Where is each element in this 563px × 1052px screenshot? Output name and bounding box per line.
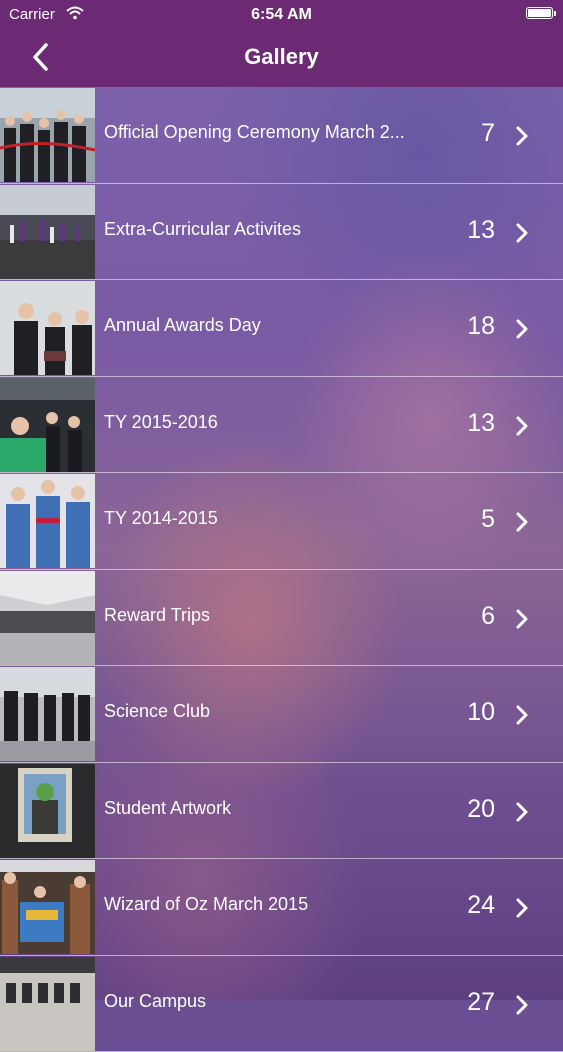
chevron-right-icon [515,801,529,823]
chevron-right-icon [515,511,529,533]
chevron-right-icon [515,415,529,437]
chevron-right-icon [515,125,529,147]
album-row[interactable]: Wizard of Oz March 2015 24 [0,859,563,956]
chevron-right-icon [515,704,529,726]
album-thumbnail [0,957,95,1051]
clock: 6:54 AM [0,6,563,24]
album-title: Our Campus [104,991,424,1012]
album-row[interactable]: Extra-Curricular Activites 13 [0,184,563,281]
album-title: Student Artwork [104,798,424,819]
album-count: 7 [481,119,495,148]
album-thumbnail [0,378,95,472]
chevron-right-icon [515,897,529,919]
album-count: 18 [467,312,495,341]
album-thumbnail [0,860,95,954]
album-title: Science Club [104,701,424,722]
album-title: TY 2015-2016 [104,412,424,433]
album-thumbnail [0,88,95,182]
album-count: 27 [467,988,495,1017]
album-row[interactable]: TY 2014-2015 5 [0,473,563,570]
album-row[interactable]: Annual Awards Day 18 [0,280,563,377]
chevron-right-icon [515,222,529,244]
album-thumbnail [0,474,95,568]
album-count: 13 [467,409,495,438]
album-thumbnail [0,667,95,761]
page-title: Gallery [0,44,563,70]
album-title: Wizard of Oz March 2015 [104,894,424,915]
album-list: Official Opening Ceremony March 2... 7 E… [0,87,563,1052]
chevron-right-icon [515,994,529,1016]
battery-icon [526,7,553,19]
album-thumbnail [0,281,95,375]
album-title: Reward Trips [104,605,424,626]
album-count: 20 [467,795,495,824]
album-thumbnail [0,185,95,279]
album-row[interactable]: Official Opening Ceremony March 2... 7 [0,87,563,184]
album-row[interactable]: Our Campus 27 [0,956,563,1052]
album-count: 24 [467,891,495,920]
album-title: Extra-Curricular Activites [104,219,424,240]
album-title: Official Opening Ceremony March 2... [104,122,424,143]
album-count: 5 [481,505,495,534]
album-title: Annual Awards Day [104,315,424,336]
album-count: 6 [481,602,495,631]
album-count: 13 [467,216,495,245]
album-row[interactable]: Science Club 10 [0,666,563,763]
album-thumbnail [0,571,95,665]
album-thumbnail [0,764,95,858]
chevron-right-icon [515,608,529,630]
album-row[interactable]: Student Artwork 20 [0,763,563,860]
status-bar: Carrier 6:54 AM [0,0,563,30]
nav-header: Carrier 6:54 AM Gallery [0,0,563,87]
chevron-right-icon [515,318,529,340]
album-count: 10 [467,698,495,727]
album-title: TY 2014-2015 [104,508,424,529]
album-row[interactable]: TY 2015-2016 13 [0,377,563,474]
album-row[interactable]: Reward Trips 6 [0,570,563,667]
